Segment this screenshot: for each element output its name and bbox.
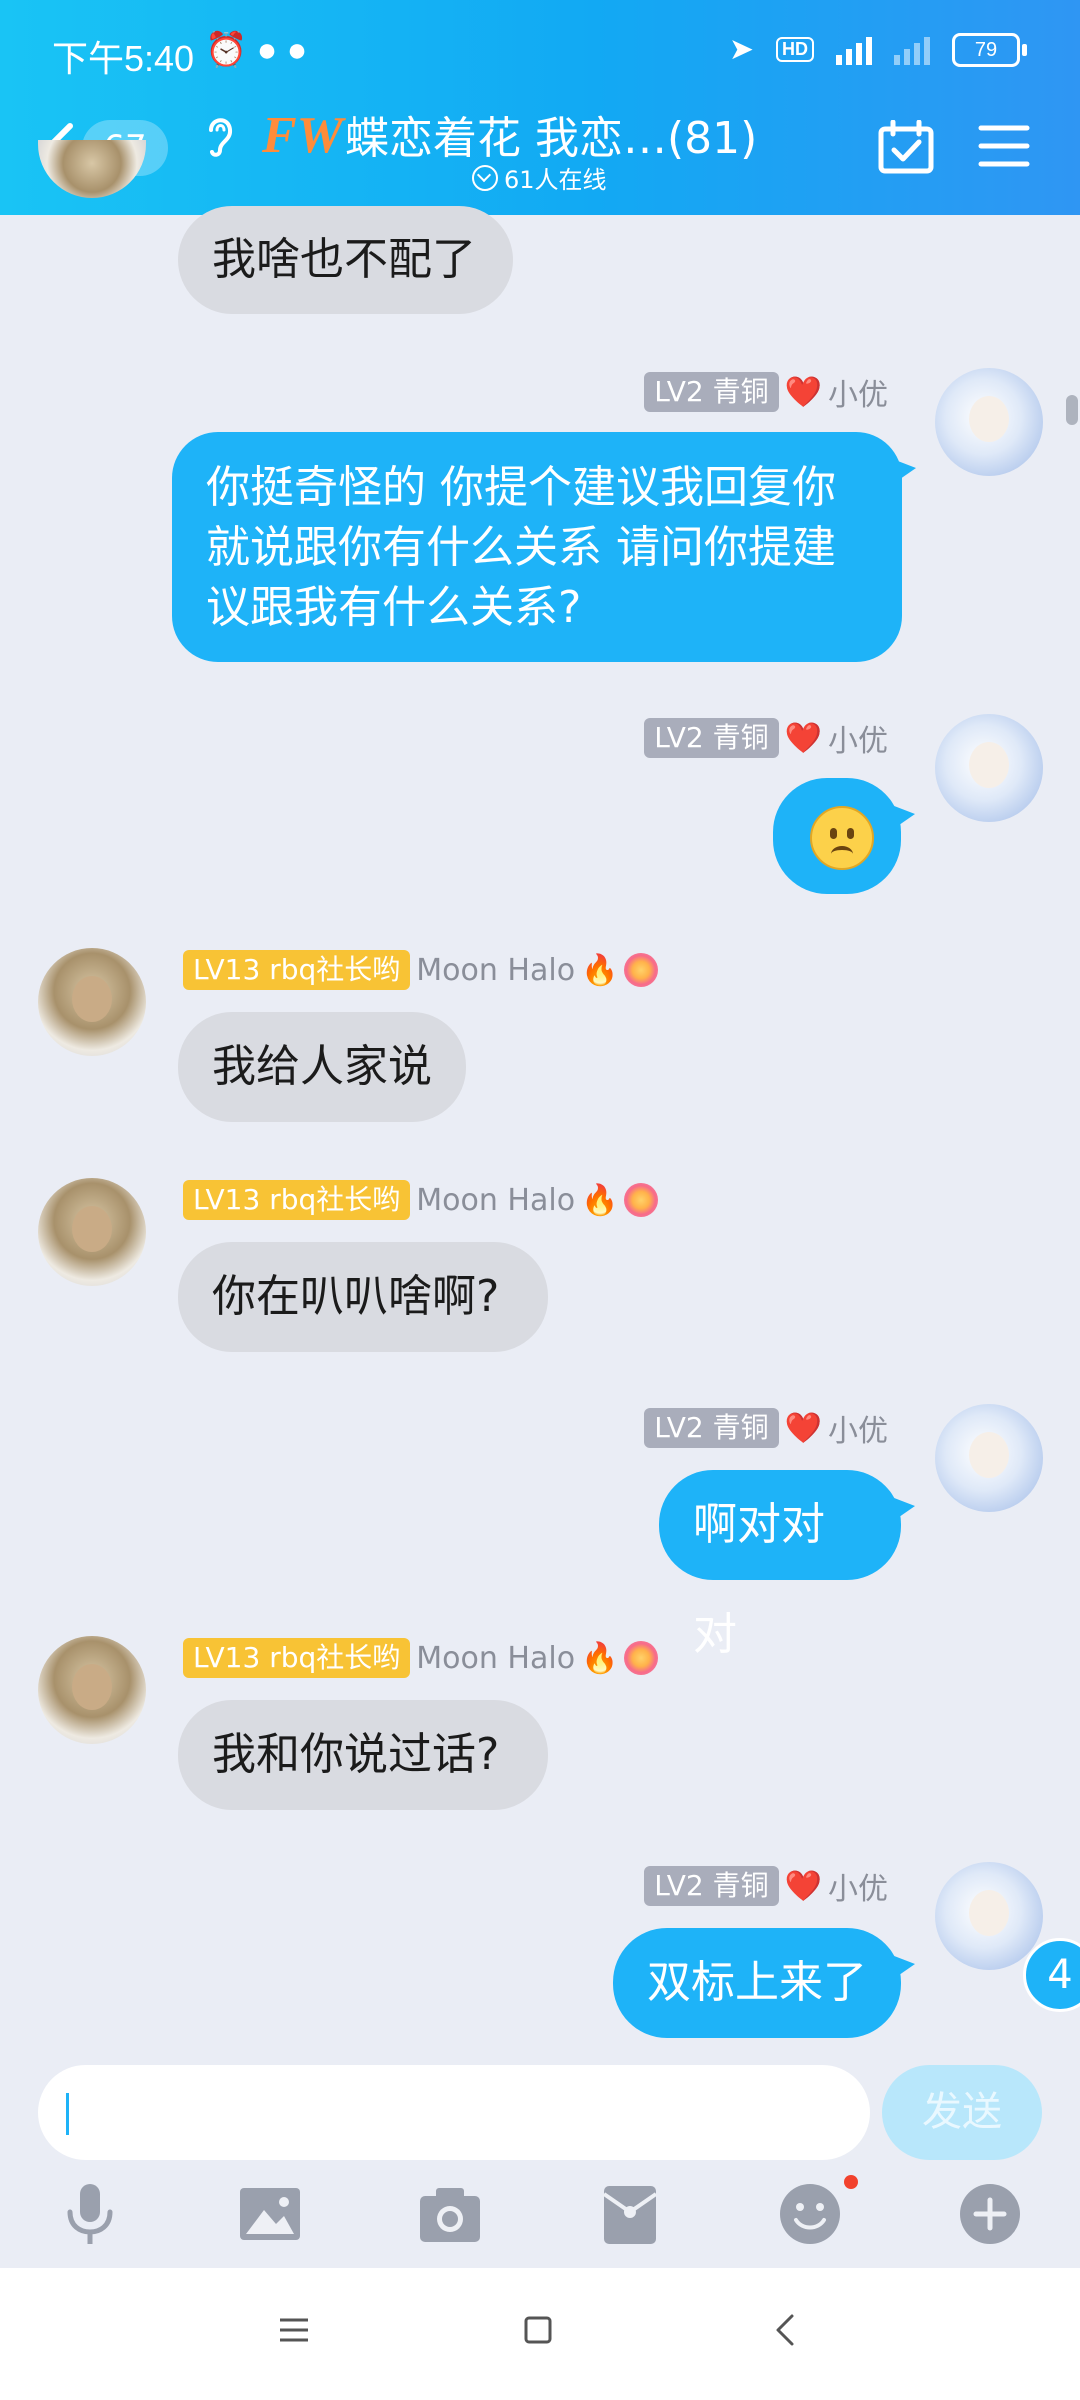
flower-icon [624, 1183, 659, 1217]
heart-icon: ❤️ [784, 720, 822, 756]
sender-name: 小优 [828, 1872, 888, 1907]
level-badge: LV13 rbq社长哟 [183, 1180, 411, 1220]
sender-meta: LV13 rbq社长哟 Moon Halo 🔥 [183, 950, 659, 990]
sender-name: Moon Halo [416, 1182, 576, 1218]
avatar[interactable] [935, 714, 1043, 822]
message-bubble[interactable]: 我给人家说 [178, 1012, 466, 1122]
message-bubble[interactable]: 啊对对对 [659, 1470, 915, 1660]
avatar[interactable] [38, 948, 146, 1056]
level-badge: LV2 青铜 [644, 1866, 779, 1906]
message-line: 议跟我有什么关系? [206, 582, 582, 633]
notification-dot [844, 2175, 858, 2189]
heart-icon: ❤️ [784, 374, 822, 410]
message-bubble[interactable]: 我啥也不配了 [178, 206, 513, 314]
status-bar: 下午5:40 ⏰ ● ● ➤ HD 79 [0, 0, 1080, 100]
signal-icon [836, 35, 872, 65]
level-badge: LV2 青铜 [644, 372, 779, 412]
sender-name: 小优 [828, 1414, 888, 1449]
sender-meta: LV13 rbq社长哟 Moon Halo 🔥 [183, 1180, 659, 1220]
message-bubble[interactable]: 双标上来了 [613, 1928, 915, 2038]
sender-meta: LV2 青铜 ❤️ 小优 [644, 1864, 888, 1908]
plus-icon[interactable] [956, 2180, 1024, 2248]
sender-name: 小优 [828, 378, 888, 413]
home-icon[interactable] [518, 2310, 558, 2350]
fire-icon: 🔥 [581, 1640, 619, 1676]
ear-icon[interactable] [205, 112, 235, 158]
sender-meta: LV13 rbq社长哟 Moon Halo 🔥 [183, 1638, 659, 1678]
online-count[interactable]: 61人在线 [472, 160, 607, 195]
recent-apps-icon[interactable] [274, 2310, 314, 2350]
redpacket-icon[interactable] [596, 2180, 664, 2248]
level-badge: LV2 青铜 [644, 1408, 779, 1448]
mic-icon[interactable] [56, 2180, 124, 2248]
text-caret [66, 2093, 69, 2135]
chat-header: 下午5:40 ⏰ ● ● ➤ HD 79 67 FW 蝶恋着花 我恋…(81) … [0, 0, 1080, 215]
avatar[interactable] [935, 368, 1043, 476]
message-bubble[interactable]: 我和你说过话? [178, 1700, 548, 1810]
sender-meta: LV2 青铜 ❤️ 小优 [644, 370, 888, 414]
message-line: 就说跟你有什么关系 请问你提建 [206, 522, 836, 573]
level-badge: LV13 rbq社长哟 [183, 950, 411, 990]
fire-icon: 🔥 [581, 1182, 619, 1218]
avatar[interactable] [935, 1862, 1043, 1970]
nav-back-icon[interactable] [766, 2310, 806, 2350]
camera-icon[interactable] [416, 2180, 484, 2248]
image-icon[interactable] [236, 2180, 304, 2248]
menu-icon[interactable] [978, 122, 1030, 170]
send-button[interactable]: 发送 [882, 2065, 1042, 2160]
online-text: 61人在线 [504, 166, 607, 194]
heart-icon: ❤️ [784, 1868, 822, 1904]
avatar[interactable] [935, 1404, 1043, 1512]
message-bubble[interactable]: 你在叭叭啥啊? [178, 1242, 548, 1352]
level-badge: LV13 rbq社长哟 [183, 1638, 411, 1678]
calendar-check-icon[interactable] [878, 120, 934, 174]
flower-icon [624, 953, 659, 987]
location-icon: ➤ [728, 33, 754, 66]
signal-weak-icon [894, 35, 930, 65]
level-badge: LV2 青铜 [644, 718, 779, 758]
battery-icon: 79 [952, 32, 1027, 67]
alarm-icon: ⏰ ● ● [205, 31, 308, 69]
message-line: 你挺奇怪的 你提个建议我回复你 [206, 462, 836, 513]
scrollbar-thumb[interactable] [1066, 395, 1078, 425]
avatar[interactable] [38, 1178, 146, 1286]
heart-icon: ❤️ [784, 1410, 822, 1446]
sender-name: 小优 [828, 724, 888, 759]
hd-icon: HD [776, 37, 814, 62]
sender-meta: LV2 青铜 ❤️ 小优 [644, 1406, 888, 1450]
avatar[interactable] [38, 1636, 146, 1744]
chevron-down-icon [472, 164, 498, 191]
status-icons: ➤ HD 79 [728, 32, 1027, 67]
status-time: 下午5:40 [52, 38, 195, 79]
group-title[interactable]: 蝶恋着花 我恋…(81) [345, 102, 757, 166]
flower-icon [624, 1641, 659, 1675]
message-input[interactable] [38, 2065, 870, 2160]
sad-face-emoji-icon [810, 806, 874, 870]
message-bubble[interactable]: 你挺奇怪的 你提个建议我回复你 就说跟你有什么关系 请问你提建 议跟我有什么关系… [172, 432, 916, 662]
sender-name: Moon Halo [416, 1640, 576, 1676]
sender-name: Moon Halo [416, 952, 576, 988]
fire-icon: 🔥 [581, 952, 619, 988]
sender-meta: LV2 青铜 ❤️ 小优 [644, 716, 888, 760]
emoji-icon[interactable] [776, 2180, 844, 2248]
group-logo: FW [262, 107, 343, 164]
